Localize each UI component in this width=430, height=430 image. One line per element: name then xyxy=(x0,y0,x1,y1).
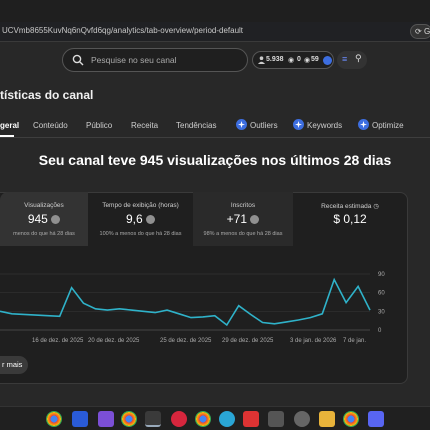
tab-tendencias[interactable]: Tendências xyxy=(176,121,216,130)
folder-icon[interactable] xyxy=(319,411,335,427)
optimize-icon xyxy=(358,119,369,130)
x-tick-label: 25 de dez. de 2025 xyxy=(160,338,212,344)
metric-revenue[interactable]: Receita estimada ◷ $ 0,12 xyxy=(293,192,407,246)
chrome-icon[interactable] xyxy=(195,411,211,427)
metric-views[interactable]: Visualizações 945 menos do que há 28 dia… xyxy=(0,192,88,246)
chrome-active-icon[interactable] xyxy=(145,411,161,427)
arrow-down-icon xyxy=(51,215,61,225)
views-series-line xyxy=(0,277,371,327)
search-input[interactable]: Pesquise no seu canal xyxy=(62,48,248,72)
x-tick-label: 29 de dez. de 2025 xyxy=(222,338,274,344)
tab-conteudo[interactable]: Conteúdo xyxy=(33,121,68,130)
line-chart: 90 60 30 0 16 de dez. de 2025 20 de dez. de … xyxy=(0,272,385,344)
x-tick-label: 3 de jan. de 2026 xyxy=(290,338,337,344)
channel-stats-pill[interactable]: 5.938 ◉ 0 ◉ 59 xyxy=(252,51,334,69)
y-tick-label: 30 xyxy=(378,309,385,315)
metric-label: Tempo de exibição (horas) xyxy=(102,202,179,209)
y-tick-label: 60 xyxy=(378,291,385,297)
page-title: tísticas do canal xyxy=(0,88,94,102)
zero-count: 0 xyxy=(297,56,301,63)
person-icon xyxy=(258,56,265,66)
see-more-label: r mais xyxy=(2,360,23,369)
metric-value: +71 xyxy=(226,212,247,226)
y-tick-label: 0 xyxy=(378,328,382,334)
x-tick-label: 16 de dez. de 2025 xyxy=(32,338,84,344)
metric-sub: menos do que há 28 dias xyxy=(13,231,75,237)
eye-icon: ◉ xyxy=(288,57,295,64)
address-bar[interactable]: UCVmb8655KuvNq6nQvfd6qg/analytics/tab-ov… xyxy=(0,22,430,42)
metric-watch-time[interactable]: Tempo de exibição (horas) 9,6 100% a men… xyxy=(88,192,193,246)
x-tick-label: 20 de dez. de 2025 xyxy=(88,338,140,344)
outliers-icon xyxy=(236,119,247,130)
chart-grid xyxy=(0,273,370,331)
clock-icon: ◷ xyxy=(373,203,379,210)
chrome-icon[interactable] xyxy=(343,411,359,427)
search-icon xyxy=(72,54,84,66)
app-icon[interactable] xyxy=(268,411,284,427)
tab-receita[interactable]: Receita xyxy=(131,121,158,130)
taskbar xyxy=(0,406,430,430)
see-more-button[interactable]: r mais xyxy=(0,356,28,374)
extension-button[interactable]: ⟳ G xyxy=(410,24,430,39)
metric-value: 9,6 xyxy=(125,212,143,226)
subscriber-count: 5.938 xyxy=(266,56,284,63)
browser-tab-strip xyxy=(0,0,430,22)
list-icon: ≡ xyxy=(342,54,348,64)
arrow-down-icon xyxy=(250,215,260,225)
views-icon: ◉ xyxy=(304,57,311,64)
metric-subscribers[interactable]: Inscritos +71 98% a menos do que há 28 d… xyxy=(193,192,293,246)
tools-pill[interactable]: ≡ ⚲ xyxy=(337,51,367,69)
app-icon[interactable] xyxy=(243,411,259,427)
headline: Seu canal teve 945 visualizações nos últ… xyxy=(38,152,392,168)
opera-icon[interactable] xyxy=(171,411,187,427)
metric-sub: 98% a menos do que há 28 dias xyxy=(203,231,283,237)
tab-keywords[interactable]: Keywords xyxy=(307,121,342,130)
user-badge-icon xyxy=(323,56,332,65)
metric-label: Inscritos xyxy=(230,202,256,209)
chrome-icon[interactable] xyxy=(46,411,62,427)
metric-label: Visualizações xyxy=(24,202,64,209)
app-icon[interactable] xyxy=(294,411,310,427)
tab-geral[interactable]: geral xyxy=(0,121,19,130)
search-placeholder: Pesquise no seu canal xyxy=(91,55,177,65)
metric-sub: 100% a menos do que há 28 dias xyxy=(99,231,182,237)
keywords-icon xyxy=(293,119,304,130)
discord-icon[interactable] xyxy=(368,411,384,427)
views-count: 59 xyxy=(311,56,319,63)
metric-value: $ 0,12 xyxy=(333,212,367,226)
address-url[interactable]: UCVmb8655KuvNq6nQvfd6qg/analytics/tab-ov… xyxy=(2,26,243,35)
app-icon[interactable] xyxy=(98,411,114,427)
tab-outliers[interactable]: Outliers xyxy=(250,121,278,130)
tab-optimize[interactable]: Optimize xyxy=(372,121,404,130)
x-tick-label: 7 de jan. xyxy=(343,338,366,344)
app-icon[interactable] xyxy=(72,411,88,427)
extension-label: G xyxy=(423,27,430,36)
y-axis-ticks: 90 60 30 0 xyxy=(378,272,385,334)
arrow-down-icon xyxy=(146,215,156,225)
tabs-divider xyxy=(0,137,430,138)
extension-icon: ⟳ xyxy=(415,27,422,36)
edge-icon[interactable] xyxy=(219,411,235,427)
metric-label: Receita estimada xyxy=(321,203,372,210)
metric-value: 945 xyxy=(27,212,48,226)
pin-icon: ⚲ xyxy=(355,53,362,63)
chrome-icon[interactable] xyxy=(121,411,137,427)
tab-publico[interactable]: Público xyxy=(86,121,112,130)
y-tick-label: 90 xyxy=(378,272,385,278)
x-axis-ticks: 16 de dez. de 2025 20 de dez. de 2025 25 d… xyxy=(32,338,366,344)
